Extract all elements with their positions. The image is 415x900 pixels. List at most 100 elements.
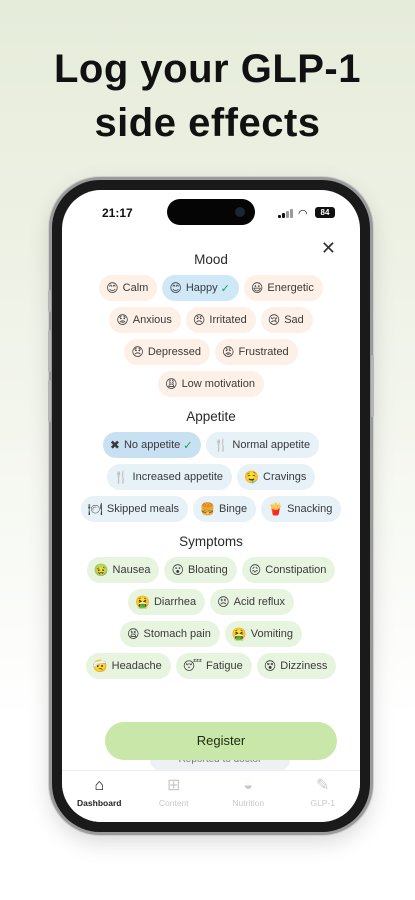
constipation-icon: 😖 [248,563,262,577]
glp-1-nav-icon: ✎ [316,777,330,794]
mood-chip-happy[interactable]: 😊 Happy ✓ [162,275,239,301]
chip-label: Calm [122,282,149,294]
chip-label: Binge [218,503,248,515]
nav-item-content[interactable]: ⊞ Content [137,771,212,822]
irritated-icon: 😠 [192,313,206,327]
chip-label: Dizziness [280,660,328,672]
headline-line1: Log your GLP-1 [54,47,361,91]
mood-chip-sad[interactable]: 😢 Sad [260,307,313,333]
appetite-options: ✖ No appetite ✓ 🍴 Normal appetite 🍴 Increased … [62,432,360,522]
side-effects-form: Mood 😊 Calm 😊 Happy ✓ 😃 Energetic 😟 Anxious 😠 Irri… [62,252,360,691]
appetite-chip-no-appetite[interactable]: ✖ No appetite ✓ [102,432,202,458]
cravings-icon: 🤤 [244,470,259,484]
chip-label: No appetite [123,439,181,451]
acid-reflux-icon: 😣 [217,595,230,609]
chip-label: Vomiting [250,628,293,640]
mute-switch [48,290,51,312]
chip-label: Frustrated [238,346,289,358]
binge-icon: 🍔 [200,502,215,516]
symptom-chip-dizziness[interactable]: 😵 Dizziness [256,653,337,679]
chip-label: Skipped meals [106,503,180,515]
calm-icon: 😊 [106,281,119,295]
nav-label: Nutrition [232,798,265,808]
chip-label: Depressed [147,346,202,358]
mood-chip-low-motivation[interactable]: 😩 Low motivation [158,371,264,397]
status-bar: 21:17 ◠ 84 [62,190,360,234]
chip-label: Increased appetite [132,471,224,483]
signal-icon [278,209,294,218]
frustrated-icon: 😡 [222,345,235,359]
phone-frame: 21:17 ◠ 84 ✕ Mood 😊 Calm 😊 Happy ✓ 😃 Energetic… [48,180,374,832]
chip-label: Acid reflux [233,596,285,608]
dashboard-nav-icon: ⌂ [94,777,105,794]
stomach-pain-icon: 😫 [127,627,140,641]
symptom-chip-fatigue[interactable]: 😴 Fatigue [175,653,252,679]
appetite-chip-normal-appetite[interactable]: 🍴 Normal appetite [206,432,320,458]
anxious-icon: 😟 [116,313,129,327]
headline: Log your GLP-1 side effects [0,42,415,150]
chip-label: Happy [185,282,218,294]
fatigue-icon: 😴 [182,659,203,673]
volume-down-button [48,380,51,422]
chip-label: Sad [284,314,304,326]
status-time: 21:17 [102,206,133,220]
nutrition-nav-icon: ◒ [243,777,254,794]
increased-appetite-icon: 🍴 [113,470,129,484]
low-motivation-icon: 😩 [165,377,178,391]
symptom-chip-acid-reflux[interactable]: 😣 Acid reflux [210,589,294,615]
chip-label: Irritated [209,314,247,326]
appetite-chip-binge[interactable]: 🍔 Binge [193,496,257,522]
symptom-chip-vomiting[interactable]: 🤮 Vomiting [224,621,302,647]
mood-chip-energetic[interactable]: 😃 Energetic [243,275,323,301]
chip-label: Bloating [187,564,228,576]
symptom-chip-stomach-pain[interactable]: 😫 Stomach pain [120,621,220,647]
happy-icon: 😊 [169,281,182,295]
volume-up-button [48,330,51,372]
nav-item-nutrition[interactable]: ◒ Nutrition [211,771,286,822]
chip-label: Energetic [267,282,314,294]
appetite-chip-snacking[interactable]: 🍟 Snacking [261,496,342,522]
wifi-icon: ◠ [298,208,308,220]
mood-chip-depressed[interactable]: 😞 Depressed [124,339,211,365]
chip-label: Stomach pain [143,628,211,640]
power-button [371,355,374,417]
chip-label: Cravings [263,471,307,483]
chip-label: Headache [111,660,162,672]
mood-chip-frustrated[interactable]: 😡 Frustrated [215,339,298,365]
symptom-chip-constipation[interactable]: 😖 Constipation [241,557,336,583]
appetite-chip-cravings[interactable]: 🤤 Cravings [237,464,316,490]
appetite-chip-increased-appetite[interactable]: 🍴 Increased appetite [106,464,233,490]
section-title-appetite: Appetite [186,409,236,424]
appetite-chip-skipped-meals[interactable]: 🍽 Skipped meals [80,496,189,522]
camera-icon [235,207,245,217]
chip-label: Diarrhea [153,596,197,608]
dynamic-island [167,199,255,225]
symptom-chip-nausea[interactable]: 🤢 Nausea [86,557,160,583]
headline-line2: side effects [94,101,321,145]
nav-label: Dashboard [77,798,122,808]
app-screen: 21:17 ◠ 84 ✕ Mood 😊 Calm 😊 Happy ✓ 😃 Energetic… [62,190,360,822]
chip-label: Fatigue [206,660,243,672]
check-icon: ✓ [183,439,193,452]
chip-label: Low motivation [181,378,255,390]
symptom-chip-headache[interactable]: 🤕 Headache [85,653,171,679]
nav-item-glp-1[interactable]: ✎ GLP-1 [286,771,361,822]
chip-label: Nausea [112,564,151,576]
symptom-chip-diarrhea[interactable]: 🤮 Diarrhea [127,589,206,615]
mood-chip-calm[interactable]: 😊 Calm [99,275,158,301]
mood-chip-anxious[interactable]: 😟 Anxious [109,307,181,333]
bloating-icon: 😮 [171,563,184,577]
mood-chip-irritated[interactable]: 😠 Irritated [185,307,256,333]
snacking-icon: 🍟 [268,502,284,516]
chip-label: Snacking [287,503,333,515]
nausea-icon: 🤢 [93,563,109,577]
chip-label: Normal appetite [232,439,311,451]
dizziness-icon: 😵 [263,659,277,673]
nav-label: Content [158,798,189,808]
diarrhea-icon: 🤮 [134,595,150,609]
no-appetite-icon: ✖ [109,438,120,452]
register-button[interactable]: Register [105,722,337,760]
headache-icon: 🤕 [92,659,108,673]
symptom-chip-bloating[interactable]: 😮 Bloating [164,557,237,583]
nav-item-dashboard[interactable]: ⌂ Dashboard [62,771,137,822]
